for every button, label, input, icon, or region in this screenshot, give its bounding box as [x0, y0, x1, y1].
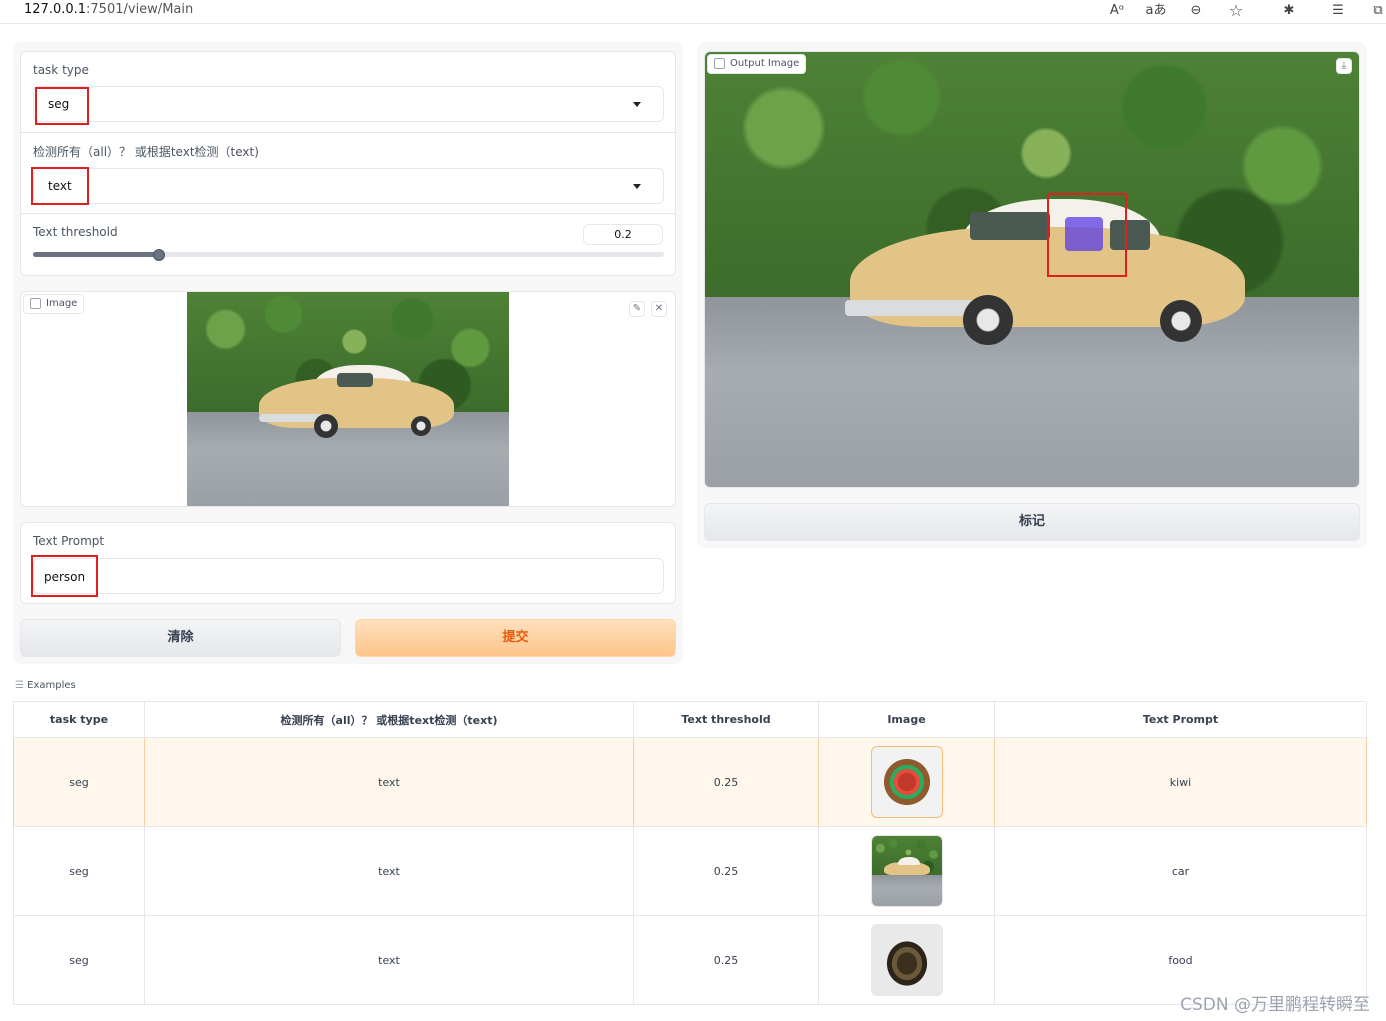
cell-threshold: 0.25	[633, 826, 819, 916]
divider	[21, 132, 675, 133]
output-image-badge-label: Output Image	[730, 58, 800, 69]
table-header-row: task type 检测所有（all）？ 或根据text检测（text) Tex…	[13, 701, 1367, 738]
image-icon	[714, 58, 725, 69]
cell-task-type: seg	[13, 915, 145, 1005]
column-header: task type	[13, 701, 145, 738]
cell-task-type: seg	[13, 737, 145, 827]
chevron-down-icon	[633, 102, 641, 107]
annotation-box-detect-mode	[31, 167, 89, 205]
clear-button[interactable]: 清除	[20, 619, 341, 657]
text-prompt-block: Text Prompt person	[20, 522, 676, 604]
favorites-icon[interactable]: ☰	[1327, 1, 1349, 21]
cell-image	[818, 737, 995, 827]
text-prompt-label: Text Prompt	[33, 534, 105, 548]
cell-mode: text	[144, 826, 634, 916]
column-header: Text threshold	[633, 701, 819, 738]
slider-thumb[interactable]	[153, 249, 165, 261]
divider	[21, 213, 675, 214]
example-thumbnail-fruit[interactable]	[870, 746, 943, 818]
output-image-badge: Output Image	[707, 54, 807, 74]
read-aloud-icon[interactable]: Aᵅ	[1106, 1, 1128, 21]
output-image-block: Output Image ⤓	[704, 51, 1360, 488]
cell-prompt: kiwi	[994, 737, 1367, 827]
collections-icon[interactable]: ⧉	[1367, 1, 1386, 21]
zoom-out-icon[interactable]: ⊖	[1185, 1, 1207, 21]
mark-button[interactable]: 标记	[704, 503, 1360, 541]
text-threshold-label: Text threshold	[33, 225, 118, 239]
site-info-icon[interactable]: )	[0, 2, 1, 17]
image-input-block: Image ✎ ✕	[20, 291, 676, 507]
annotation-box-task-type	[35, 87, 89, 125]
input-image[interactable]	[187, 292, 509, 506]
detect-mode-dropdown[interactable]: text	[33, 168, 664, 204]
output-image	[705, 52, 1359, 487]
image-icon	[30, 298, 41, 309]
examples-header: ☰ Examples	[15, 680, 76, 691]
annotation-box-output	[1047, 193, 1127, 277]
example-thumbnail-food[interactable]	[870, 924, 943, 996]
task-type-label: task type	[33, 63, 89, 77]
submit-button[interactable]: 提交	[355, 619, 676, 657]
table-row[interactable]: seg text 0.25 food	[13, 915, 1367, 1005]
table-row[interactable]: seg text 0.25 kiwi	[13, 737, 1367, 827]
column-header: Text Prompt	[994, 701, 1367, 738]
url-host: 127.0.0.1	[24, 2, 87, 17]
extensions-icon[interactable]: ✱	[1278, 1, 1300, 21]
table-row[interactable]: seg text 0.25 car	[13, 826, 1367, 916]
annotation-box-prompt	[31, 555, 98, 597]
list-icon: ☰	[15, 680, 28, 691]
text-prompt-input[interactable]: person	[33, 558, 664, 594]
watermark: CSDN @万里鹏程转瞬至	[1180, 995, 1370, 1015]
cell-image	[818, 915, 995, 1005]
edit-icon[interactable]: ✎	[629, 301, 645, 317]
cell-threshold: 0.25	[633, 737, 819, 827]
settings-block: task type seg 检测所有（all）？ 或根据text检测（text)…	[20, 51, 676, 276]
browser-toolbar: ) 127.0.0.1:7501/view/Main Aᵅ aあ ⊖ ☆ ✱ ☰…	[0, 0, 1386, 24]
close-icon[interactable]: ✕	[651, 301, 667, 317]
column-header: Image	[818, 701, 995, 738]
cell-mode: text	[144, 915, 634, 1005]
column-header: 检测所有（all）？ 或根据text检测（text)	[144, 701, 634, 738]
chevron-down-icon	[633, 184, 641, 189]
address-bar[interactable]: 127.0.0.1:7501/view/Main	[24, 2, 193, 17]
cell-image	[818, 826, 995, 916]
cell-threshold: 0.25	[633, 915, 819, 1005]
cell-mode: text	[144, 737, 634, 827]
download-icon[interactable]: ⤓	[1336, 58, 1352, 74]
image-badge-label: Image	[46, 298, 78, 309]
slider-fill	[33, 252, 159, 257]
url-path: :7501/view/Main	[86, 2, 194, 17]
translate-icon[interactable]: aあ	[1145, 1, 1167, 21]
examples-title: Examples	[27, 680, 76, 691]
cell-task-type: seg	[13, 826, 145, 916]
favorite-icon[interactable]: ☆	[1225, 1, 1247, 21]
detect-mode-label: 检测所有（all）？ 或根据text检测（text)	[33, 145, 259, 159]
example-thumbnail-car[interactable]	[870, 835, 943, 907]
text-threshold-input[interactable]: 0.2	[583, 224, 663, 245]
image-badge: Image	[23, 294, 85, 314]
task-type-dropdown[interactable]: seg	[33, 86, 664, 122]
examples-table: task type 检测所有（all）？ 或根据text检测（text) Tex…	[13, 701, 1367, 1005]
cell-prompt: car	[994, 826, 1367, 916]
